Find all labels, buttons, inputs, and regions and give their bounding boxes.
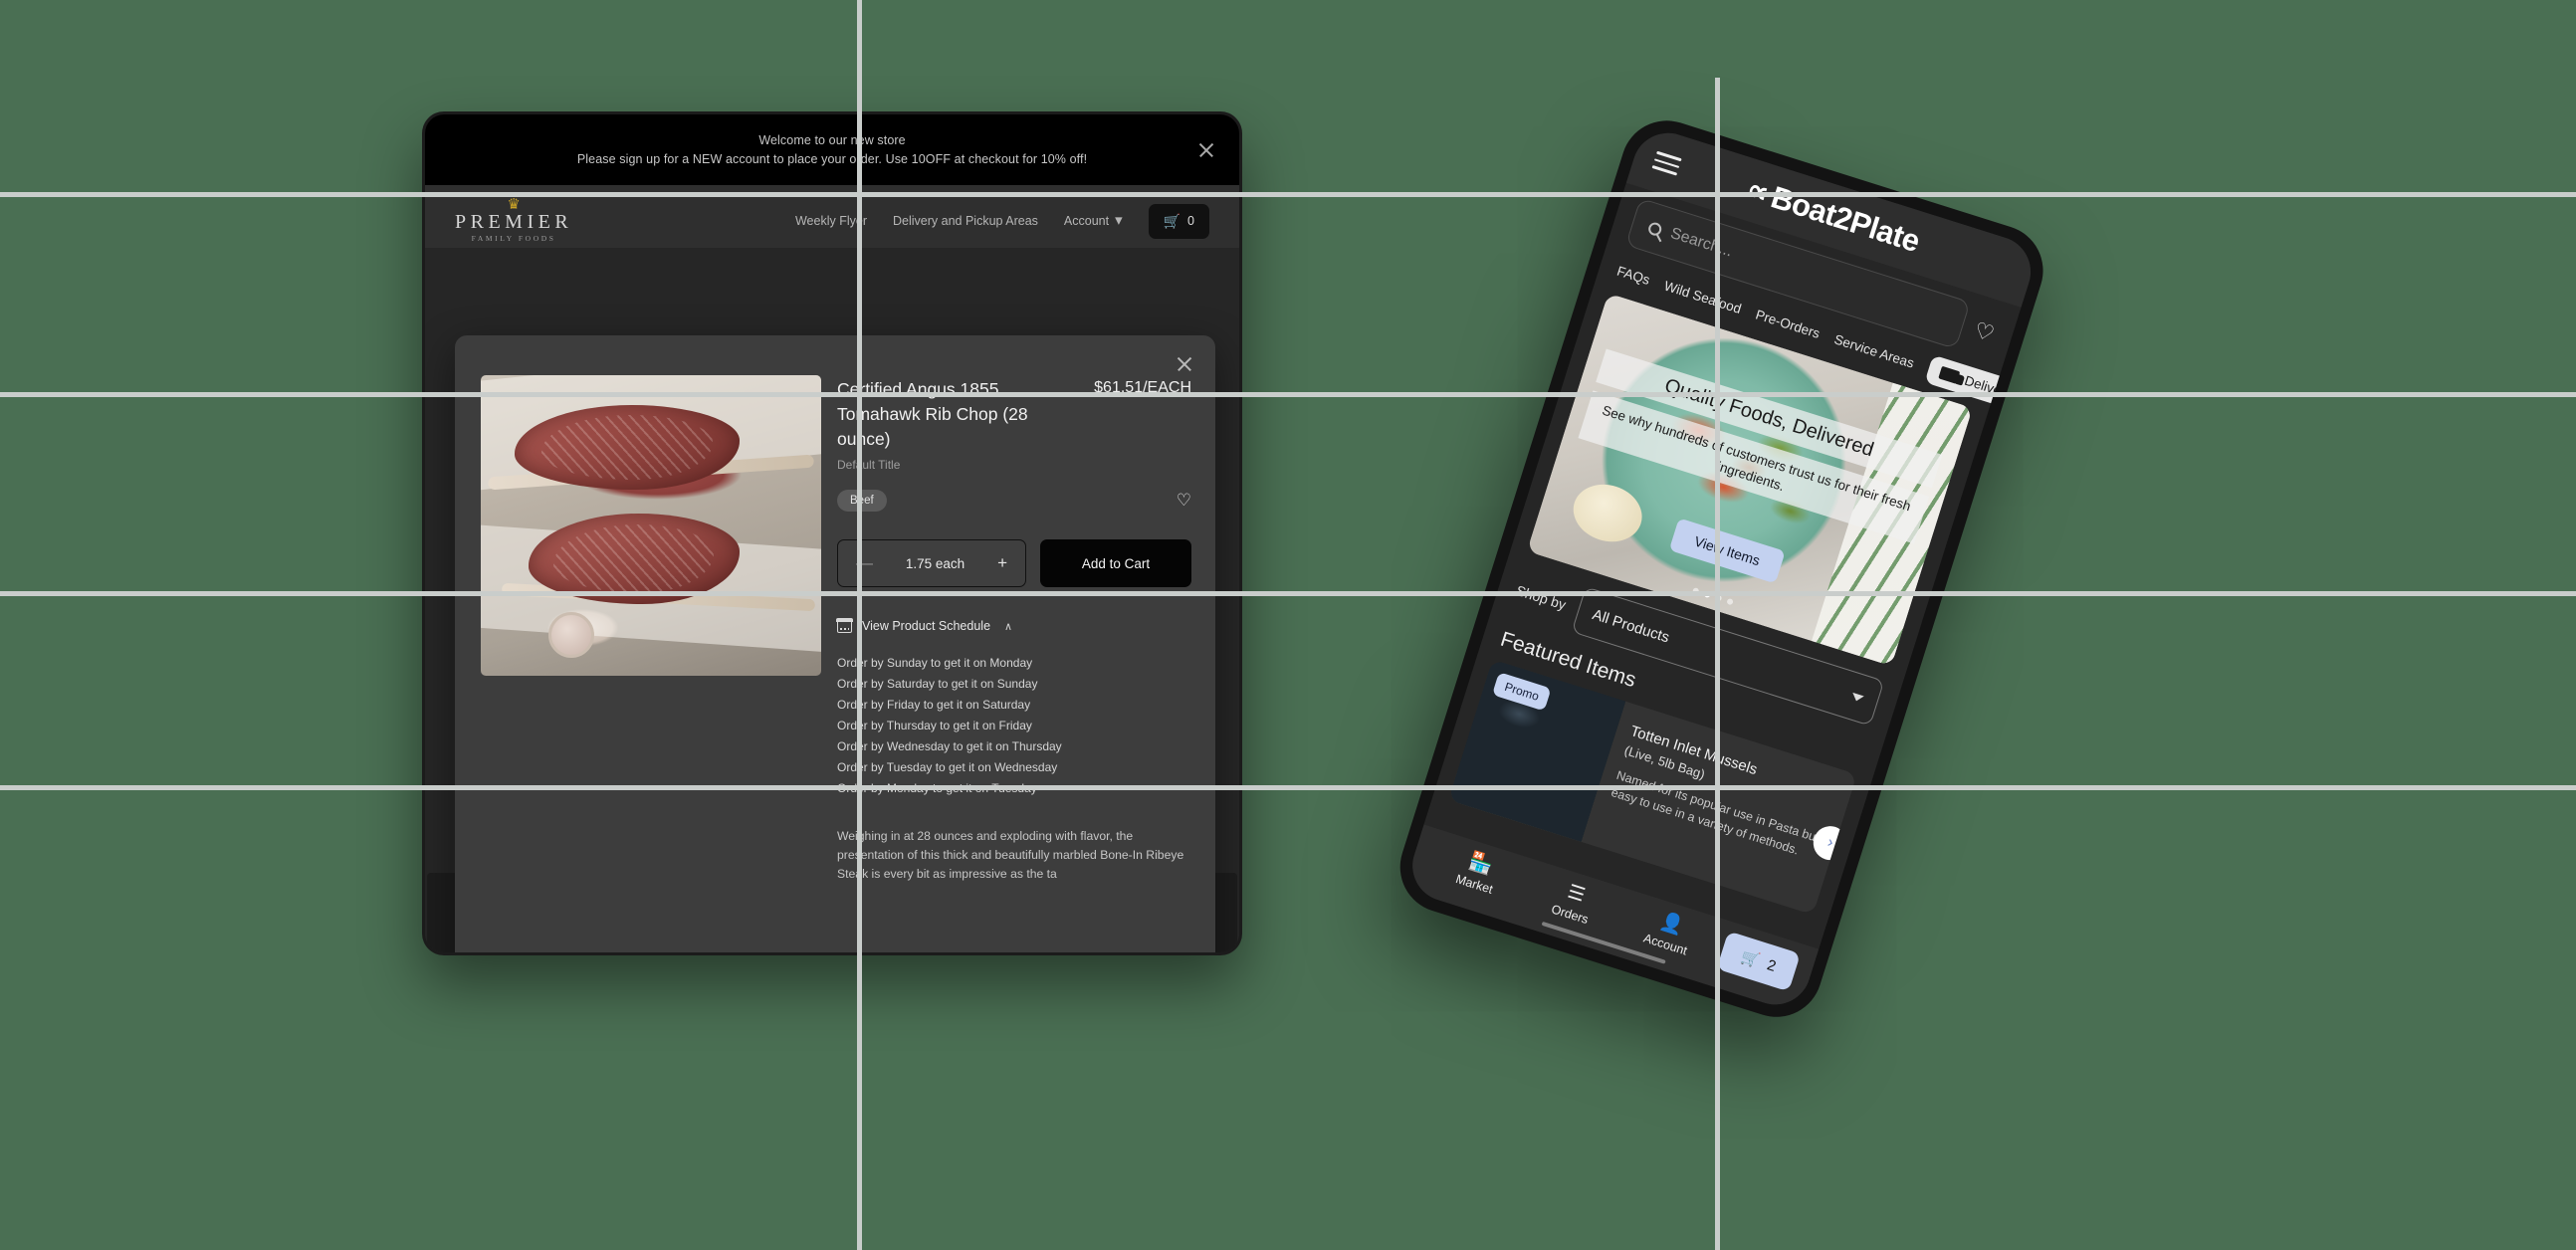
tab-orders-label: Orders (1549, 902, 1591, 928)
cart-button[interactable]: 🛒 2 (1716, 931, 1801, 992)
cart-count: 0 (1187, 214, 1194, 228)
schedule-row: Order by Wednesday to get it on Thursday (837, 739, 1062, 753)
carousel-dots[interactable] (1691, 587, 1734, 606)
view-product-schedule-toggle[interactable]: View Product Schedule ∧ (836, 618, 1191, 633)
product-info: Certified Angus 1855 Tomahawk Rib Chop (… (836, 375, 1191, 884)
product-variant: Default Title (837, 458, 901, 472)
schedule-row: Order by Tuesday to get it on Wednesday (837, 760, 1058, 774)
search-placeholder: Search... (1668, 225, 1735, 261)
phone-body: ∝ Boat2Plate Search... ♡ FAQs Wild Seafo… (1389, 108, 2055, 1029)
schedule-row: Order by Monday to get it on Tuesday (837, 781, 1037, 795)
nav-link-weekly-flyer[interactable]: Weekly Flyer (795, 214, 867, 228)
tab-market[interactable]: 🏪 Market (1424, 840, 1531, 907)
quantity-stepper[interactable]: — 1.75 each + (837, 539, 1026, 587)
close-icon[interactable] (1197, 141, 1215, 159)
brand-logo[interactable]: ♛ PREMIER FAMILY FOODS (455, 196, 573, 244)
chevron-down-icon (1850, 692, 1864, 703)
nav-account-menu[interactable]: Account ▾ (1063, 212, 1123, 229)
announcement-line-1: Welcome to our new store (758, 133, 906, 147)
crown-icon: ♛ (507, 196, 521, 213)
person-icon: 👤 (1657, 910, 1687, 938)
shop-by-label: Shop by (1514, 581, 1569, 613)
product-price: $61.51/EACH (1094, 379, 1191, 396)
product-image (481, 375, 821, 676)
nav-link-delivery-pickup-areas[interactable]: Delivery and Pickup Areas (893, 214, 1038, 228)
guide-line-horizontal-1 (0, 192, 2576, 197)
truck-icon (1938, 365, 1961, 384)
carousel-dot-active[interactable] (1703, 590, 1711, 599)
product-title: Certified Angus 1855 Tomahawk Rib Chop (… (837, 379, 1028, 449)
schedule-row: Order by Friday to get it on Saturday (837, 698, 1031, 712)
cart-icon: 🛒 (1163, 212, 1181, 229)
quantity-increase-button[interactable]: + (997, 553, 1007, 573)
cart-count: 2 (1765, 955, 1779, 975)
carousel-dot[interactable] (1691, 587, 1700, 595)
chevron-up-icon: ∧ (1004, 620, 1013, 633)
heart-icon[interactable]: ♡ (1177, 491, 1191, 511)
nav-account-label: Account (1063, 214, 1110, 228)
tab-account[interactable]: 👤 Account (1615, 900, 1722, 966)
calendar-icon (836, 618, 853, 633)
carousel-dot[interactable] (1714, 594, 1723, 602)
schedule-row: Order by Sunday to get it on Monday (837, 656, 1033, 670)
chevron-down-icon: ▾ (1115, 212, 1123, 229)
nav-link-pre-orders[interactable]: Pre-Orders (1754, 307, 1822, 340)
search-icon (1646, 220, 1663, 237)
cart-icon: 🛒 (1738, 947, 1762, 970)
announcement-bar: Welcome to our new store Please sign up … (425, 114, 1239, 185)
product-detail-modal: Certified Angus 1855 Tomahawk Rib Chop (… (455, 335, 1215, 952)
laptop-screen: Welcome to our new store Please sign up … (425, 114, 1239, 952)
laptop-mockup: Welcome to our new store Please sign up … (422, 111, 1242, 955)
tab-orders[interactable]: ☰ Orders (1520, 870, 1626, 937)
cart-button[interactable]: 🛒 0 (1148, 203, 1209, 239)
product-description: Weighing in at 28 ounces and exploding w… (837, 829, 1184, 881)
store-icon: 🏪 (1466, 850, 1496, 878)
quantity-decrease-button[interactable]: — (856, 553, 873, 573)
list-icon: ☰ (1565, 881, 1588, 907)
shop-by-selected-value: All Products (1590, 605, 1672, 646)
guide-line-horizontal-3 (0, 591, 2576, 596)
tab-account-label: Account (1641, 931, 1689, 958)
add-to-cart-button[interactable]: Add to Cart (1040, 539, 1191, 587)
carousel-dot[interactable] (1726, 597, 1734, 606)
nav-link-faqs[interactable]: FAQs (1615, 264, 1652, 288)
promo-badge: Promo (1491, 672, 1552, 712)
main-nav: Weekly Flyer Delivery and Pickup Areas A… (795, 203, 1209, 239)
product-schedule-list: Order by Sunday to get it on Monday Orde… (837, 653, 1191, 799)
schedule-row: Order by Saturday to get it on Sunday (837, 677, 1038, 691)
heart-icon[interactable]: ♡ (1971, 317, 1997, 348)
product-tag-beef[interactable]: Beef (837, 490, 887, 512)
fish-icon: ∝ (1742, 172, 1773, 211)
guide-line-horizontal-4 (0, 785, 2576, 790)
close-icon[interactable] (1176, 355, 1193, 373)
announcement-line-2: Please sign up for a NEW account to plac… (576, 152, 1088, 166)
quantity-value: 1.75 each (905, 555, 966, 571)
brand-name: PREMIER (455, 211, 573, 233)
phone-mockup: ∝ Boat2Plate Search... ♡ FAQs Wild Seafo… (1368, 108, 2263, 1161)
brand-tagline: FAMILY FOODS (471, 234, 556, 243)
schedule-row: Order by Thursday to get it on Friday (837, 719, 1032, 732)
delivery-label: Delivery (1962, 372, 2014, 402)
phone-screen: ∝ Boat2Plate Search... ♡ FAQs Wild Seafo… (1403, 123, 2040, 1014)
schedule-toggle-label: View Product Schedule (862, 619, 991, 633)
site-header: ♛ PREMIER FAMILY FOODS Weekly Flyer Deli… (425, 185, 1239, 257)
store-page-background: Certified Angus 1855 Tomahawk Rib Chop (… (425, 248, 1239, 952)
